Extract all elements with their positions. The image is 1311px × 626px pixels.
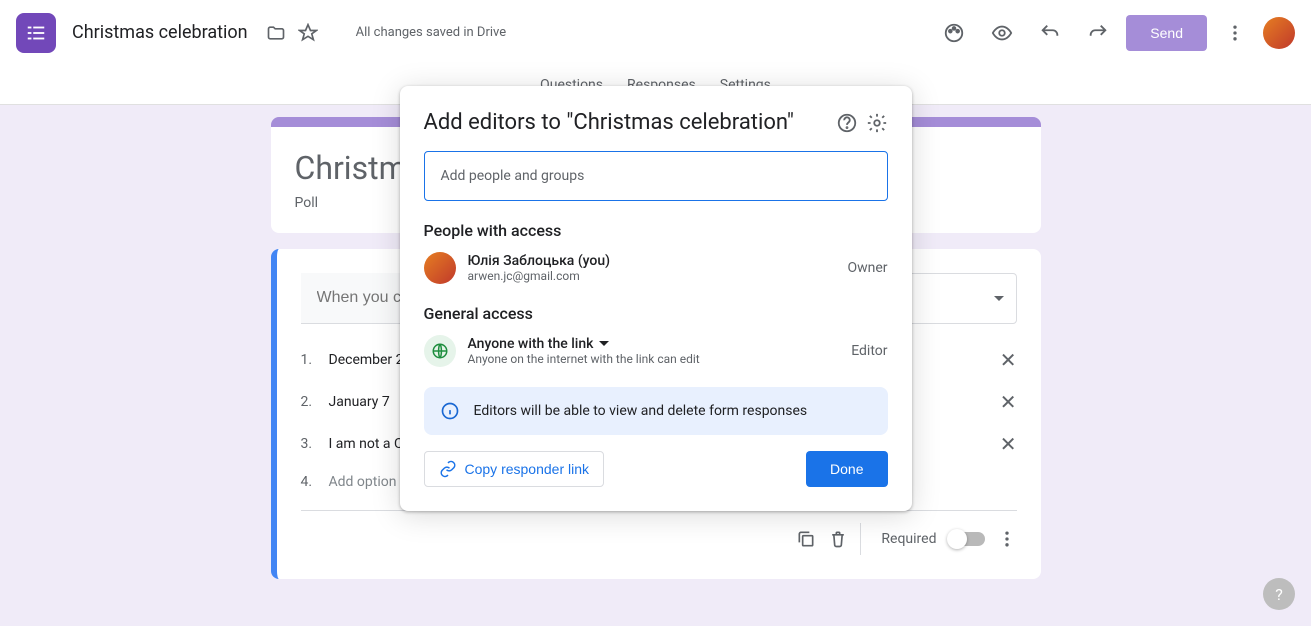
help-fab[interactable]: ? [1263, 578, 1295, 610]
remove-option-icon[interactable]: ✕ [1000, 348, 1017, 372]
remove-option-icon[interactable]: ✕ [1000, 390, 1017, 414]
preview-icon[interactable] [982, 13, 1022, 53]
chevron-down-icon [994, 294, 1004, 304]
remove-option-icon[interactable]: ✕ [1000, 432, 1017, 456]
folder-icon[interactable] [266, 23, 286, 43]
more-icon[interactable] [1215, 13, 1255, 53]
person-email: arwen.jc@gmail.com [468, 269, 836, 283]
link-icon [439, 460, 457, 478]
app-header: Christmas celebration All changes saved … [0, 0, 1311, 65]
share-dialog: Add editors to "Christmas celebration" A… [400, 86, 912, 511]
required-toggle[interactable] [949, 532, 985, 546]
option-num: 2. [301, 394, 317, 410]
send-button[interactable]: Send [1126, 15, 1207, 51]
people-section-label: People with access [424, 221, 888, 240]
star-icon[interactable] [298, 23, 318, 43]
save-status: All changes saved in Drive [356, 25, 507, 40]
general-section-label: General access [424, 304, 888, 323]
person-name: Юлія Заблоцька (you) [468, 253, 836, 269]
forms-logo[interactable] [16, 13, 56, 53]
gear-icon[interactable] [866, 112, 888, 134]
duplicate-icon[interactable] [796, 529, 816, 549]
info-icon [440, 401, 460, 421]
undo-icon[interactable] [1030, 13, 1070, 53]
option-num: 4. [301, 474, 317, 490]
dialog-title: Add editors to "Christmas celebration" [424, 110, 828, 135]
globe-icon [424, 335, 456, 367]
option-num: 3. [301, 436, 317, 452]
chevron-down-icon [599, 339, 609, 349]
info-banner: Editors will be able to view and delete … [424, 387, 888, 435]
user-avatar[interactable] [1263, 17, 1295, 49]
copy-link-label: Copy responder link [465, 461, 590, 477]
person-avatar [424, 252, 456, 284]
required-label: Required [881, 531, 936, 547]
delete-icon[interactable] [828, 529, 848, 549]
question-footer: Required [301, 510, 1017, 555]
person-role: Owner [847, 260, 887, 276]
link-access-title: Anyone with the link [468, 336, 594, 352]
copy-link-button[interactable]: Copy responder link [424, 451, 605, 487]
palette-icon[interactable] [934, 13, 974, 53]
link-role[interactable]: Editor [851, 343, 887, 359]
add-people-input[interactable]: Add people and groups [424, 151, 888, 201]
divider [860, 523, 861, 555]
link-access-desc: Anyone on the internet with the link can… [468, 352, 840, 366]
question-more-icon[interactable] [997, 529, 1017, 549]
redo-icon[interactable] [1078, 13, 1118, 53]
document-title[interactable]: Christmas celebration [72, 22, 248, 43]
link-access-row: Anyone with the link Anyone on the inter… [424, 335, 888, 367]
info-banner-text: Editors will be able to view and delete … [474, 403, 808, 419]
done-button[interactable]: Done [806, 451, 887, 487]
option-num: 1. [301, 352, 317, 368]
person-row: Юлія Заблоцька (you) arwen.jc@gmail.com … [424, 252, 888, 284]
help-icon[interactable] [836, 112, 858, 134]
link-access-dropdown[interactable]: Anyone with the link [468, 336, 840, 352]
